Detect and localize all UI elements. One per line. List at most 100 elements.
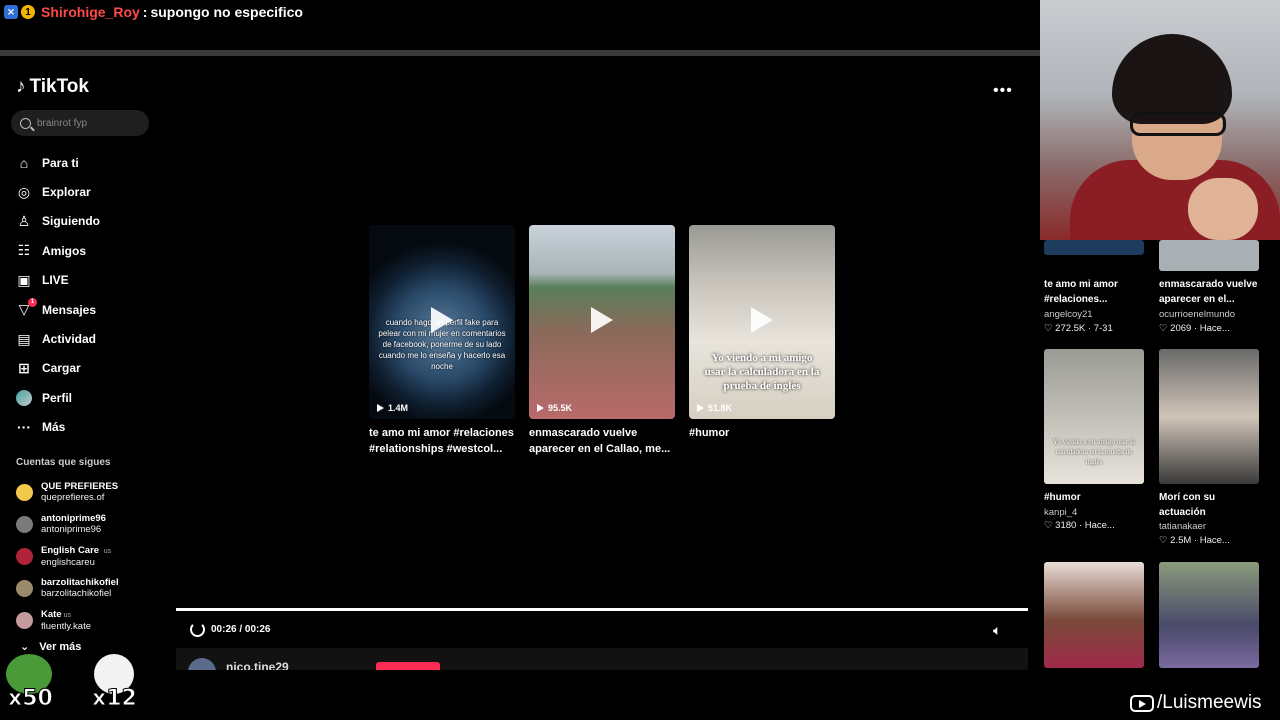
volume-icon[interactable]: 🔈︎ bbox=[993, 622, 1001, 639]
more-options-button[interactable]: ••• bbox=[993, 82, 1013, 100]
avatar[interactable] bbox=[188, 658, 216, 670]
tiktok-logo[interactable]: ♪ TikTok bbox=[16, 76, 89, 98]
chat-username: Shirohige_Roy bbox=[41, 4, 140, 20]
notification-badge: 1 bbox=[28, 297, 37, 307]
send-icon: ▽ 1 bbox=[16, 297, 37, 318]
sidebar-item-mas[interactable]: ··· Más bbox=[16, 413, 100, 442]
sidebar-item-cargar[interactable]: ⊞ Cargar bbox=[16, 354, 100, 383]
sidebar-item-siguiendo[interactable]: ♙ Siguiendo bbox=[16, 207, 100, 236]
following-account[interactable]: English Care us englishcareu bbox=[16, 540, 119, 572]
suggested-author[interactable]: tatianakaer bbox=[1159, 521, 1206, 532]
emote-count: x12 bbox=[92, 686, 138, 712]
play-icon[interactable] bbox=[751, 307, 773, 333]
avatar bbox=[16, 547, 33, 565]
play-icon[interactable] bbox=[591, 307, 613, 333]
suggested-stats: ♡ 3180 · Hace... bbox=[1044, 520, 1115, 531]
suggested-author[interactable]: kanpi_4 bbox=[1044, 507, 1077, 518]
suggested-title[interactable]: #humor bbox=[1044, 490, 1156, 505]
video-progress-bar[interactable] bbox=[176, 608, 1028, 611]
replay-icon[interactable] bbox=[190, 622, 205, 637]
account-handle: barzolitachikofiel bbox=[41, 588, 112, 599]
suggested-title[interactable]: Morí con su actuación bbox=[1159, 490, 1249, 520]
suggested-thumbnail[interactable]: Yo viendo a mi amigo usar la calculadora… bbox=[1044, 349, 1144, 484]
author-name[interactable]: nico.tine29 bbox=[226, 660, 289, 670]
suggested-thumbnail[interactable] bbox=[1044, 562, 1144, 668]
account-handle: queprefieres.of bbox=[41, 492, 105, 503]
search-input[interactable] bbox=[37, 117, 137, 129]
live-icon: ▣ bbox=[17, 271, 31, 288]
sidebar-item-para-ti[interactable]: ⌂ Para ti bbox=[16, 148, 100, 177]
suggested-thumbnail[interactable] bbox=[1159, 562, 1259, 668]
channel-name: /Luismeewis bbox=[1157, 692, 1262, 713]
suggested-thumbnail[interactable] bbox=[1159, 349, 1259, 484]
view-count: 1.4M bbox=[377, 403, 408, 413]
sidebar-item-actividad[interactable]: ▤ Actividad bbox=[16, 324, 100, 353]
chat-message-text: supongo no especifico bbox=[150, 4, 303, 20]
activity-icon: ▤ bbox=[17, 330, 31, 347]
video-title[interactable]: #humor bbox=[689, 425, 835, 441]
view-count: 51.8K bbox=[697, 403, 732, 413]
suggested-thumbnail[interactable] bbox=[1044, 240, 1144, 255]
video-card[interactable]: Yo viendo a mi amigo usar la calculadora… bbox=[689, 225, 835, 457]
tiktok-logo-text: TikTok bbox=[29, 76, 89, 97]
avatar bbox=[16, 579, 33, 597]
chat-divider bbox=[0, 50, 1040, 56]
webcam-hair bbox=[1112, 34, 1232, 124]
suggested-title[interactable]: te amo mi amor #relaciones... bbox=[1044, 277, 1156, 307]
account-name: Kate us bbox=[41, 608, 71, 620]
search-bar[interactable] bbox=[11, 110, 149, 136]
chevron-down-icon: ⌄ bbox=[20, 641, 30, 653]
suggested-author[interactable]: ocurrioenelmundo bbox=[1159, 309, 1235, 320]
video-card[interactable]: cuando hago un perfil fake para pelear c… bbox=[369, 225, 515, 457]
sidebar-item-label: Actividad bbox=[42, 332, 97, 347]
tiktok-logo-icon: ♪ bbox=[16, 76, 26, 97]
playback-time: 00:26 / 00:26 bbox=[211, 624, 271, 635]
account-name: English Care us bbox=[41, 544, 112, 556]
stream-chat-message: ⨯ 1 Shirohige_Roy : supongo no especific… bbox=[0, 0, 1040, 24]
sidebar-item-label: Para ti bbox=[42, 155, 79, 170]
search-icon bbox=[20, 117, 31, 129]
home-icon: ⌂ bbox=[19, 154, 29, 171]
video-card[interactable]: 95.5K enmascarado vuelve aparecer en el … bbox=[529, 225, 675, 457]
video-title[interactable]: te amo mi amor #relaciones #relationship… bbox=[369, 425, 515, 457]
video-thumbnail[interactable]: 95.5K bbox=[529, 225, 675, 419]
friends-icon: ☷ bbox=[17, 242, 31, 259]
see-more-label: Ver más bbox=[39, 640, 82, 653]
streamer-webcam bbox=[1040, 0, 1280, 240]
video-thumbnail[interactable]: cuando hago un perfil fake para pelear c… bbox=[369, 225, 515, 419]
sidebar-item-label: Cargar bbox=[42, 361, 81, 376]
related-videos: cuando hago un perfil fake para pelear c… bbox=[369, 225, 835, 457]
account-tag: us bbox=[63, 611, 71, 619]
sidebar-item-live[interactable]: ▣ LIVE bbox=[16, 266, 100, 295]
following-account[interactable]: Kate us fluently.kate bbox=[16, 604, 119, 636]
sidebar-item-explorar[interactable]: ◎ Explorar bbox=[16, 177, 100, 206]
video-title[interactable]: enmascarado vuelve aparecer en el Callao… bbox=[529, 425, 675, 457]
more-icon: ··· bbox=[17, 419, 31, 436]
sidebar-item-label: Perfil bbox=[42, 390, 73, 405]
account-handle: antoniprime96 bbox=[41, 524, 102, 535]
account-name: antoniprime96 bbox=[41, 513, 106, 524]
sidebar-item-amigos[interactable]: ☷ Amigos bbox=[16, 236, 100, 265]
sidebar-item-label: Más bbox=[42, 420, 66, 435]
sidebar-item-mensajes[interactable]: ▽ 1 Mensajes bbox=[16, 295, 100, 324]
play-count-icon bbox=[697, 404, 704, 412]
avatar bbox=[16, 515, 33, 533]
suggested-author[interactable]: angelcoy21 bbox=[1044, 309, 1093, 320]
following-account[interactable]: barzolitachikofiel barzolitachikofiel bbox=[16, 572, 119, 604]
user-follow-icon: ♙ bbox=[17, 212, 31, 229]
compass-icon: ◎ bbox=[17, 183, 31, 200]
suggested-thumbnail[interactable] bbox=[1159, 240, 1259, 271]
see-more-button[interactable]: ⌄ Ver más bbox=[20, 640, 82, 654]
video-thumbnail[interactable]: Yo viendo a mi amigo usar la calculadora… bbox=[689, 225, 835, 419]
avatar bbox=[16, 389, 32, 406]
following-account[interactable]: antoniprime96 antoniprime96 bbox=[16, 508, 119, 540]
play-icon[interactable] bbox=[431, 307, 453, 333]
suggested-title[interactable]: enmascarado vuelve aparecer en el... bbox=[1159, 277, 1271, 307]
sidebar-item-label: Mensajes bbox=[42, 302, 97, 317]
chat-separator: : bbox=[142, 4, 148, 20]
follow-button[interactable] bbox=[376, 662, 440, 670]
sidebar-item-perfil[interactable]: Perfil bbox=[16, 383, 100, 412]
play-count-icon bbox=[537, 404, 544, 412]
following-account[interactable]: QUE PREFIERES queprefieres.of bbox=[16, 476, 119, 508]
sidebar-item-label: Explorar bbox=[42, 185, 91, 200]
